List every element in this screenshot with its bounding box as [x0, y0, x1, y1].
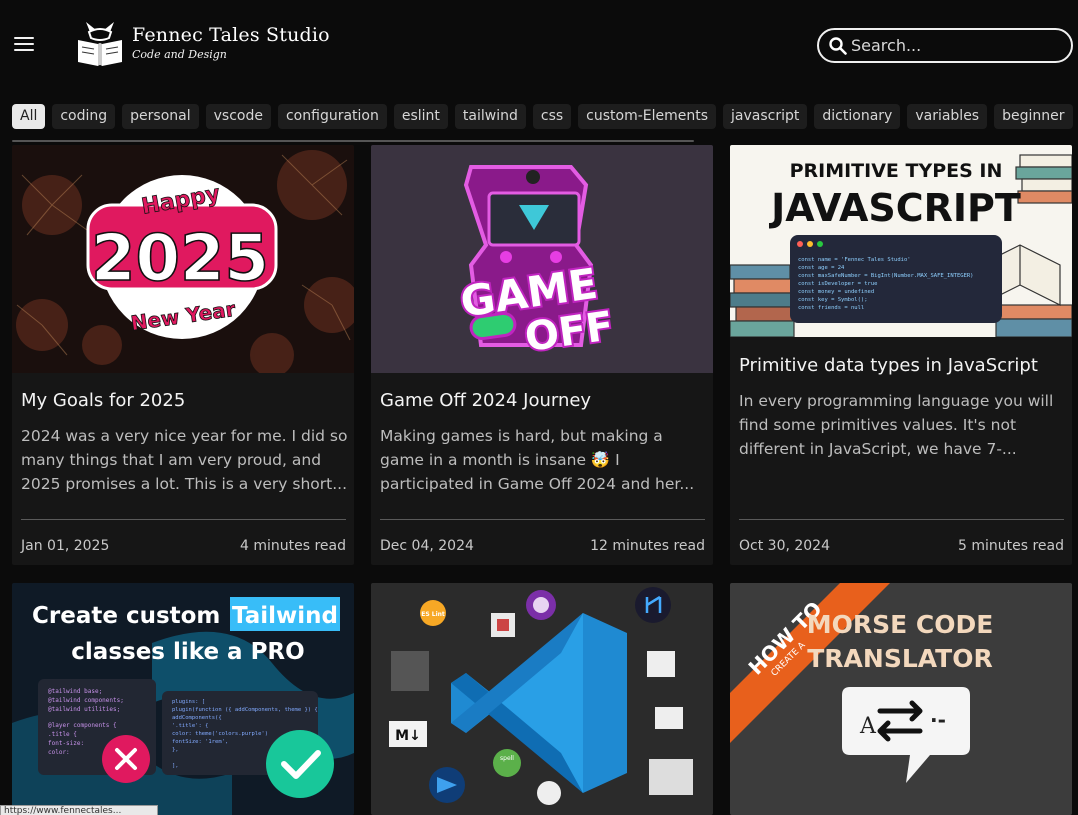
eslint-icon: ES Lint [420, 600, 446, 626]
spell-check-icon-label: spell [500, 755, 514, 762]
tag-configuration[interactable]: configuration [277, 104, 387, 129]
code-line: }, [172, 747, 179, 753]
post-thumbnail-vscode[interactable]: ES Lint M↓ spell [371, 583, 713, 815]
code-line: const money = undefined [798, 289, 874, 295]
post-title[interactable]: My Goals for 2025 [21, 390, 185, 411]
post-read-time: 12 minutes read [590, 538, 705, 554]
image-text-tailwind: Tailwind [232, 603, 338, 629]
post-card[interactable]: HOW TO CREATE A MORSE CODE TRANSLATOR A … [730, 583, 1072, 815]
image-text-create-custom: Create custom [32, 603, 220, 629]
code-line: @tailwind base; [48, 688, 102, 695]
post-excerpt: 2024 was a very nice year for me. I did … [21, 427, 348, 493]
code-line: fontSize: '1rem', [172, 739, 228, 745]
search-box[interactable] [817, 28, 1073, 63]
tag-custom-elements[interactable]: custom-Elements [578, 104, 717, 129]
post-card[interactable]: ES Lint M↓ spell [371, 583, 713, 815]
code-line: const maxSafeNumber = BigInt(Number.MAX_… [798, 273, 974, 279]
image-text-classes-like-pro: classes like a PRO [71, 639, 304, 665]
hamburger-menu-icon[interactable] [14, 37, 34, 53]
image-text-primitive-types: PRIMITIVE TYPES IN [790, 160, 1003, 182]
markdown-icon-label: M↓ [395, 728, 421, 744]
code-line: const friends = null [798, 305, 864, 311]
tag-css[interactable]: css [532, 104, 572, 129]
code-line: @tailwind utilities; [48, 706, 120, 713]
tag-javascript[interactable]: javascript [723, 104, 808, 129]
post-date: Oct 30, 2024 [739, 538, 830, 554]
post-title[interactable]: Game Off 2024 Journey [380, 390, 591, 411]
post-card[interactable]: PRIMITIVE TYPES IN JAVASCRIPT const name… [730, 145, 1072, 565]
code-line: color: [48, 749, 70, 756]
post-card[interactable]: GAME OFF Game Off 2024 Journey Making ga… [371, 145, 713, 565]
post-excerpt: Making games is hard, but making a game … [380, 427, 695, 493]
tag-all[interactable]: All [12, 104, 46, 129]
brand[interactable]: Fennec Tales Studio Code and Design [132, 24, 330, 61]
card-divider [739, 519, 1064, 520]
brand-title: Fennec Tales Studio [132, 24, 330, 46]
post-thumbnail-game-off[interactable]: GAME OFF [371, 145, 713, 373]
code-line: @tailwind components; [48, 697, 124, 704]
image-text-javascript: JAVASCRIPT [768, 186, 1021, 230]
code-line: addComponents({ [172, 715, 222, 721]
tag-personal[interactable]: personal [122, 104, 199, 129]
post-card[interactable]: Happy 2025 New Year My Goals for 2025 20… [12, 145, 354, 565]
image-text-translator: TRANSLATOR [807, 644, 992, 673]
post-card[interactable]: Create custom Tailwind classes like a PR… [12, 583, 354, 815]
code-line: plugins: [ [172, 699, 205, 705]
spell-check-icon: spell [493, 749, 521, 777]
post-thumbnail-tailwind[interactable]: Create custom Tailwind classes like a PR… [12, 583, 354, 815]
image-text-glyph-a: A [859, 714, 877, 739]
code-line: const name = 'Fennec Tales Studio' [798, 257, 911, 263]
post-read-time: 4 minutes read [239, 538, 346, 554]
brand-subtitle: Code and Design [132, 48, 227, 61]
post-date: Dec 04, 2024 [380, 538, 474, 554]
image-text-year: 2025 [91, 222, 269, 296]
code-line: font-size: [48, 740, 84, 747]
search-input[interactable] [851, 34, 1061, 57]
code-line: const key = Symbol(); [798, 297, 868, 303]
post-title[interactable]: Primitive data types in JavaScript [739, 355, 1038, 376]
tag-tailwind[interactable]: tailwind [454, 104, 526, 129]
code-line: @layer components { [48, 722, 117, 729]
search-icon[interactable] [829, 37, 847, 55]
card-divider [21, 519, 346, 520]
code-line: const isDeveloper = true [798, 281, 877, 287]
fennec-book-logo-icon[interactable] [76, 22, 124, 68]
tag-scrollbar[interactable] [12, 140, 694, 142]
image-text-morse-code: MORSE CODE [807, 610, 994, 639]
code-line: plugin(function ({ addComponents, theme … [172, 707, 318, 713]
code-line: color: theme('colors.purple') [172, 731, 268, 737]
tag-coding[interactable]: coding [52, 104, 116, 129]
tag-filter-bar: All coding personal vscode configuration esli… [12, 104, 1078, 130]
post-thumbnail-morse-code[interactable]: HOW TO CREATE A MORSE CODE TRANSLATOR A … [730, 583, 1072, 815]
code-line: ], [172, 763, 179, 769]
site-header: Fennec Tales Studio Code and Design [0, 0, 1078, 90]
post-excerpt: In every programming language you will f… [739, 392, 1054, 458]
code-line: const age = 24 [798, 265, 845, 271]
code-line: .title { [48, 731, 77, 738]
markdown-icon: M↓ [389, 721, 427, 747]
post-date: Jan 01, 2025 [21, 538, 110, 554]
tag-eslint[interactable]: eslint [393, 104, 448, 129]
post-thumbnail-javascript[interactable]: PRIMITIVE TYPES IN JAVASCRIPT const name… [730, 145, 1072, 337]
browser-status-bar: https://www.fennectales... [0, 805, 158, 815]
code-line: '.title': { [172, 723, 208, 729]
tag-beginner[interactable]: beginner [994, 104, 1073, 129]
tag-vscode[interactable]: vscode [205, 104, 271, 129]
tag-variables[interactable]: variables [907, 104, 988, 129]
tag-dictionary[interactable]: dictionary [814, 104, 901, 129]
card-divider [380, 519, 705, 520]
post-read-time: 5 minutes read [957, 538, 1064, 554]
image-text-glyph-b: ·- [930, 708, 946, 732]
eslint-icon-label: ES Lint [421, 611, 445, 618]
post-thumbnail-new-year[interactable]: Happy 2025 New Year [12, 145, 354, 373]
